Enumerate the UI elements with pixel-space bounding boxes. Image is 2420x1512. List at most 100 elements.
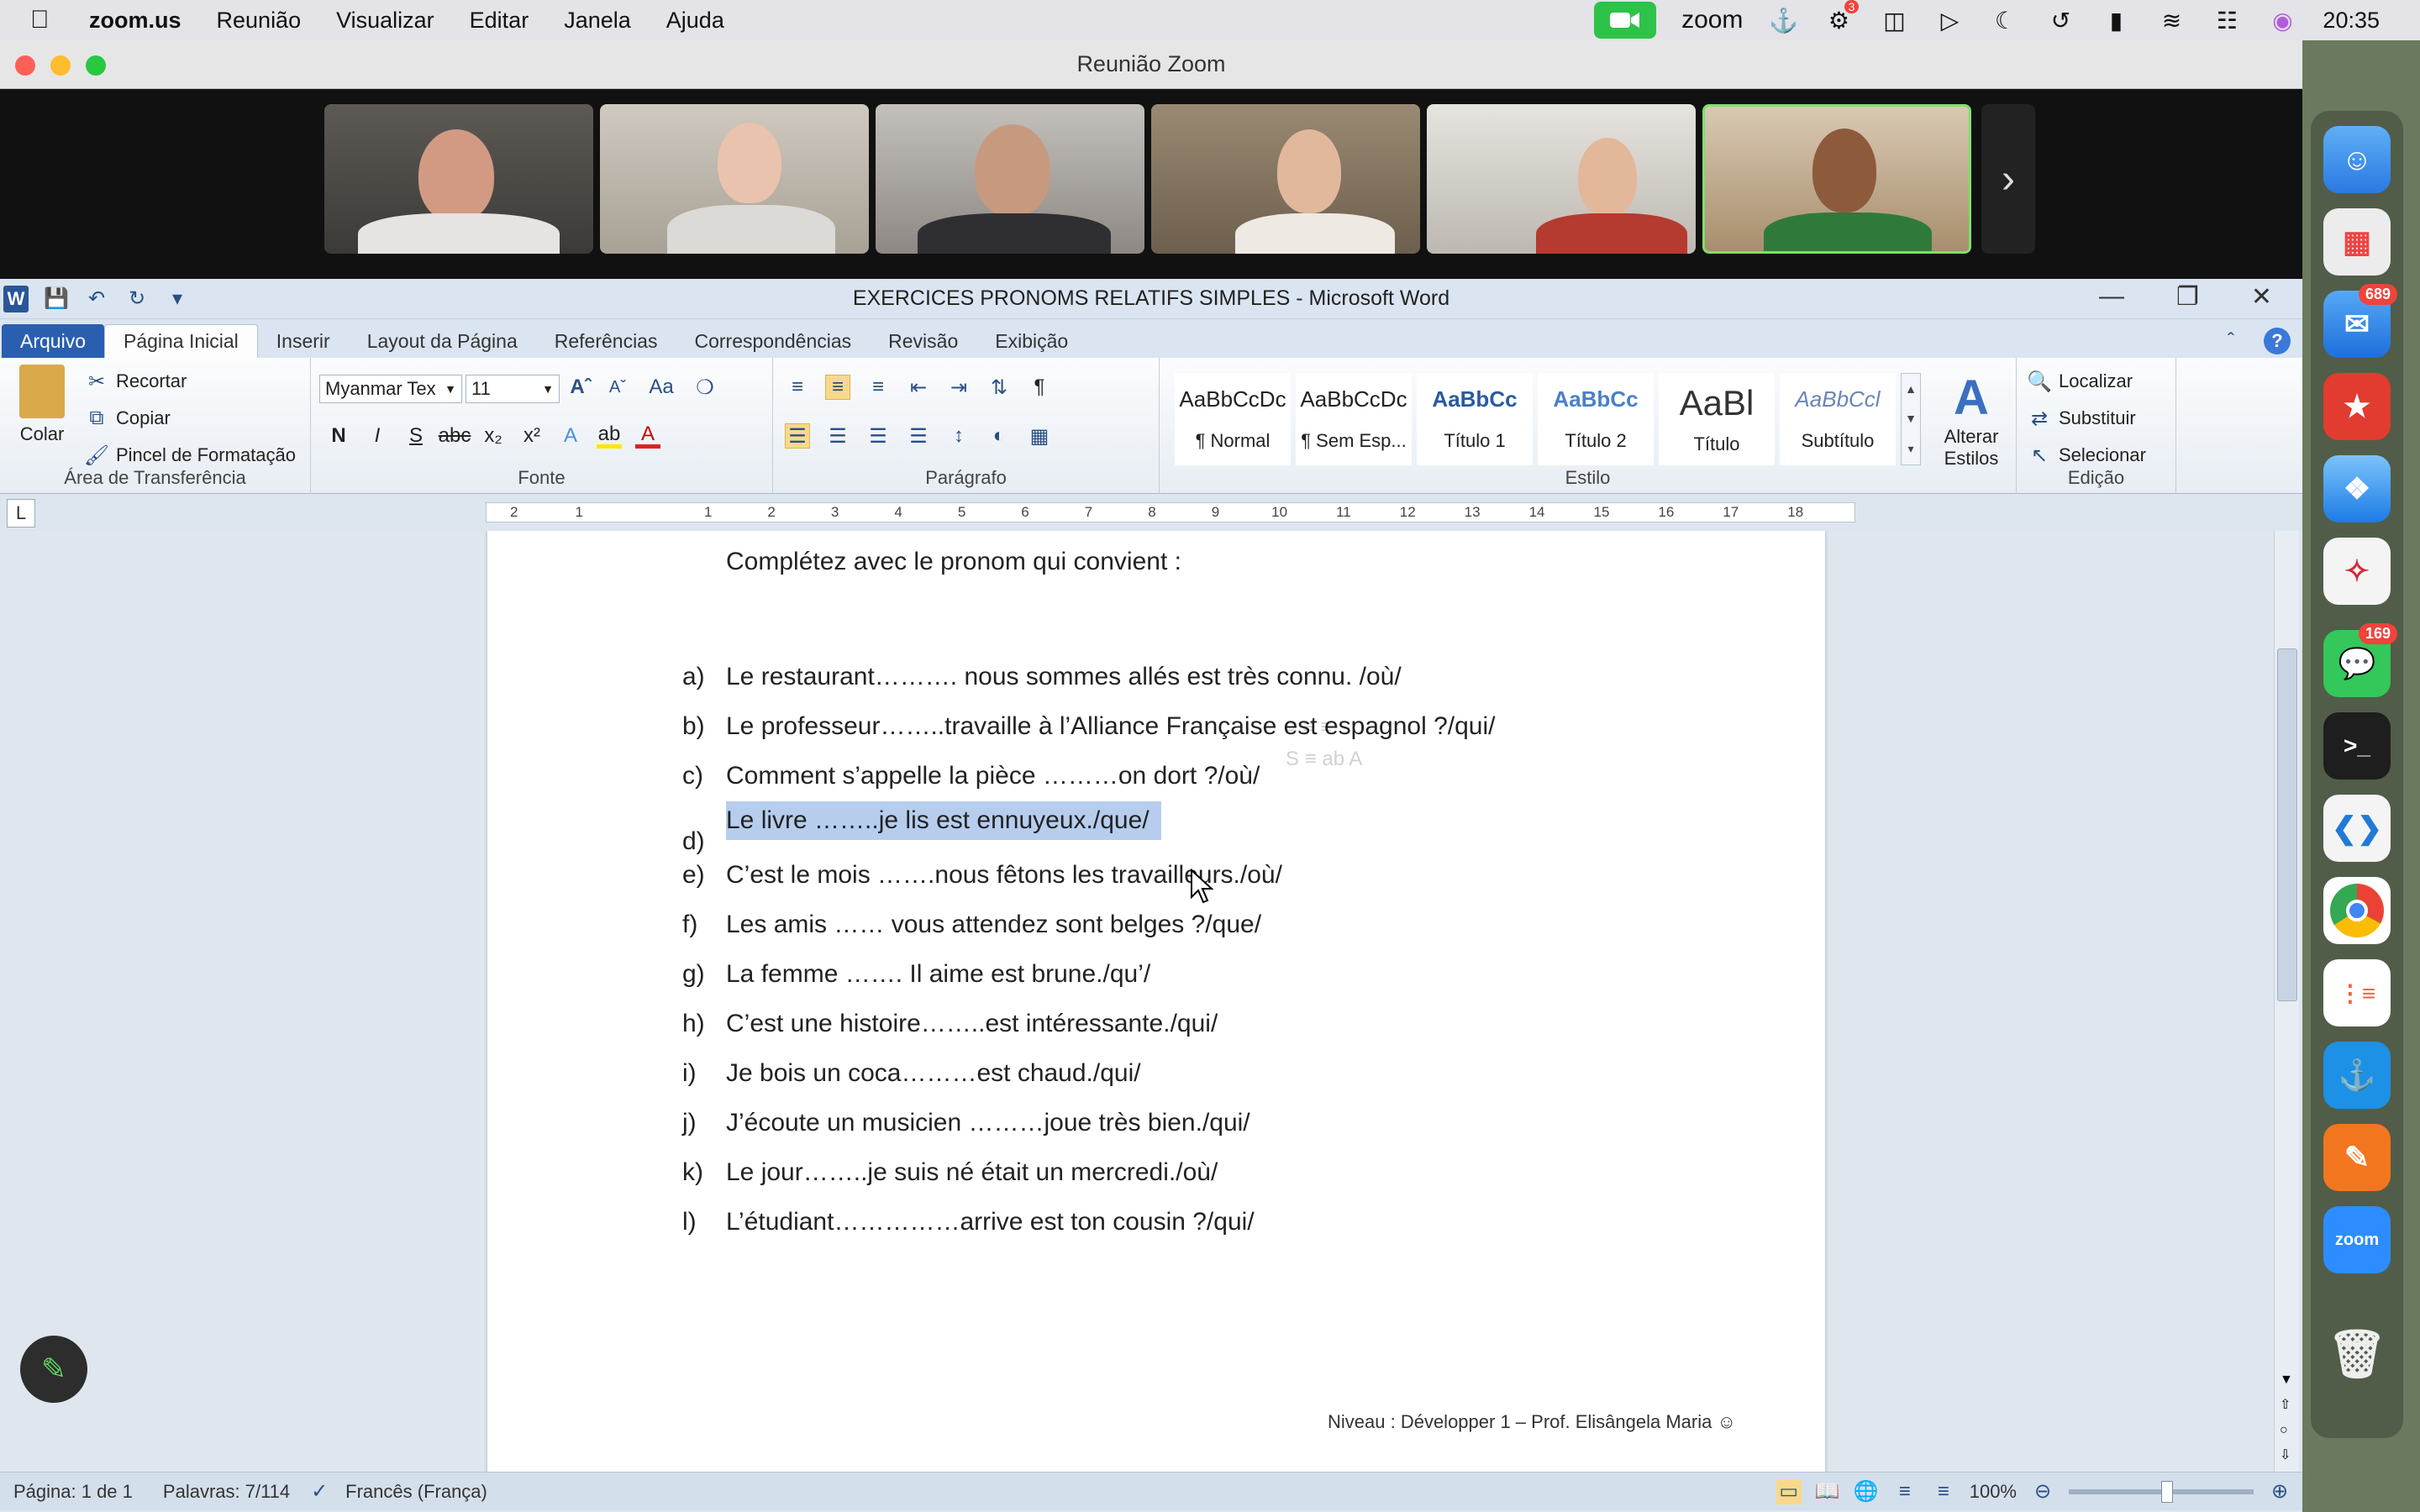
control-center-icon[interactable]: ☷ — [2212, 7, 2242, 34]
launchpad-icon[interactable]: ▦ — [2323, 208, 2391, 276]
paste-button[interactable]: Colar — [8, 365, 76, 457]
reminders-icon[interactable]: ⋮≡ — [2323, 959, 2391, 1026]
draft-icon[interactable]: ≡ — [1931, 1479, 1956, 1504]
mini-toolbar[interactable]: ≡ ≡ ≡ S ≡ ab A — [1277, 707, 1546, 791]
outline-icon[interactable]: ≡ — [1892, 1479, 1918, 1504]
strikethrough-icon[interactable]: abc — [439, 423, 471, 449]
word-logo-icon[interactable]: W — [3, 285, 29, 312]
grow-font-icon[interactable]: Aˆ — [568, 375, 593, 400]
tab-pagina-inicial[interactable]: Página Inicial — [103, 324, 258, 358]
participant-video-tile[interactable] — [600, 104, 869, 254]
tab-exibicao[interactable]: Exibição — [976, 324, 1086, 358]
highlight-icon[interactable]: ab — [597, 423, 622, 449]
tab-layout[interactable]: Layout da Página — [349, 324, 536, 358]
menu-editar[interactable]: Editar — [470, 8, 529, 34]
sort-icon[interactable]: ⇅ — [986, 375, 1012, 400]
style-normal[interactable]: AaBbCcDc ¶ Normal — [1175, 373, 1291, 465]
minimize-icon[interactable]: — — [2099, 282, 2124, 312]
battery-icon[interactable]: ▮ — [2101, 7, 2131, 34]
zoom-camera-status-icon[interactable] — [1594, 2, 1657, 39]
participant-video-tile[interactable] — [876, 104, 1144, 254]
undo-icon[interactable]: ↶ — [84, 286, 109, 312]
word-count[interactable]: Palavras: 7/114 — [163, 1481, 290, 1503]
close-window-button[interactable] — [15, 55, 35, 76]
justify-icon[interactable]: ☰ — [906, 423, 931, 449]
anki-icon[interactable]: ★ — [2323, 373, 2391, 440]
text-effects-icon[interactable]: A — [558, 423, 583, 449]
previous-page-icon[interactable]: ⇧ — [2280, 1396, 2291, 1413]
time-machine-icon[interactable]: ↺ — [2045, 7, 2075, 34]
find-button[interactable]: 🔍 Localizar — [2027, 366, 2133, 396]
style-heading-1[interactable]: AaBbCc Título 1 — [1417, 373, 1533, 465]
zoom-slider-knob[interactable] — [2161, 1480, 2173, 1503]
page-count[interactable]: Página: 1 de 1 — [13, 1481, 133, 1503]
menu-visualizar[interactable]: Visualizar — [336, 8, 434, 34]
ruler-scale[interactable]: 2 1 1 2 3 4 5 6 7 8 9 10 11 12 13 14 15 … — [486, 502, 1855, 522]
shading-icon[interactable]: ◐ — [986, 423, 1012, 449]
show-marks-icon[interactable]: ¶ — [1027, 375, 1052, 400]
annotate-pencil-icon[interactable]: ✎ — [20, 1336, 87, 1403]
browse-object-icon[interactable]: ○ — [2280, 1423, 2288, 1438]
save-icon[interactable]: 💾 — [44, 286, 69, 312]
align-left-icon[interactable]: ☰ — [785, 423, 810, 449]
numbering-icon[interactable]: ≡ — [825, 375, 850, 400]
tab-selector[interactable]: L — [7, 499, 35, 528]
minimize-ribbon-chevron-icon[interactable]: ˆ — [2218, 328, 2244, 354]
participant-video-tile[interactable] — [1151, 104, 1420, 254]
subscript-icon[interactable]: x₂ — [481, 423, 506, 449]
proofing-check-icon[interactable]: ✓ — [307, 1479, 332, 1504]
tab-inserir[interactable]: Inserir — [258, 324, 349, 358]
style-heading-2[interactable]: AaBbCc Título 2 — [1538, 373, 1654, 465]
document-page[interactable]: Complétez avec le pronom qui convient : … — [487, 531, 1825, 1472]
tab-revisao[interactable]: Revisão — [870, 324, 976, 358]
scroll-thumb[interactable] — [2277, 648, 2297, 1001]
trash-icon[interactable]: 🗑 — [2323, 1320, 2391, 1388]
increase-indent-icon[interactable]: ⇥ — [946, 375, 971, 400]
vscode-icon[interactable]: ❮❯ — [2323, 795, 2391, 862]
zoom-app-icon[interactable]: zoom — [2323, 1206, 2391, 1273]
customize-qat-icon[interactable]: ▾ — [165, 286, 190, 312]
scroll-down-arrow-icon[interactable]: ▼ — [2280, 1373, 2293, 1388]
selected-text[interactable]: Le livre ……..je lis est ennuyeux./que/ — [726, 801, 1161, 840]
participant-video-tile[interactable] — [324, 104, 593, 254]
wifi-icon[interactable]: ≋ — [2156, 7, 2186, 34]
chrome-icon[interactable] — [2323, 877, 2391, 944]
tab-referencias[interactable]: Referências — [536, 324, 676, 358]
styles-scroll[interactable]: ▲ ▼ ▾ — [1901, 373, 1921, 465]
finder-icon[interactable]: ☺ — [2323, 126, 2391, 193]
safari-icon[interactable]: ❖ — [2323, 455, 2391, 522]
copy-button[interactable]: ⧉ Copiar — [84, 403, 170, 433]
clear-format-icon[interactable]: ❍ — [692, 375, 718, 400]
decrease-indent-icon[interactable]: ⇤ — [906, 375, 931, 400]
active-speaker-video-tile[interactable] — [1702, 104, 1971, 254]
zoom-out-icon[interactable]: ⊖ — [2030, 1479, 2055, 1504]
help-icon[interactable]: ? — [2264, 328, 2291, 354]
font-size-select[interactable]: 11 ▼ — [466, 375, 560, 403]
tab-arquivo[interactable]: Arquivo — [2, 324, 104, 358]
exercise-instruction[interactable]: Complétez avec le pronom qui convient : — [726, 548, 1181, 576]
zoom-in-icon[interactable]: ⊕ — [2267, 1479, 2292, 1504]
screen-share-icon[interactable]: ◫ — [1879, 7, 1909, 34]
underline-icon[interactable]: S — [403, 423, 429, 449]
menu-bar-clock[interactable]: 20:35 — [2323, 8, 2380, 34]
borders-icon[interactable]: ▦ — [1027, 423, 1052, 449]
docker-status-icon[interactable]: ⚓ — [1768, 7, 1798, 34]
docker-icon[interactable]: ⚓ — [2323, 1042, 2391, 1109]
menu-janela[interactable]: Janela — [564, 8, 631, 34]
bold-icon[interactable]: N — [326, 423, 351, 449]
zoom-level[interactable]: 100% — [1970, 1481, 2017, 1503]
app-menu[interactable]: zoom.us — [89, 8, 182, 34]
font-name-select[interactable]: Myanmar Tex ▼ — [319, 375, 462, 403]
terminal-icon[interactable]: >_ — [2323, 712, 2391, 780]
tab-correspondencias[interactable]: Correspondências — [676, 324, 870, 358]
cut-button[interactable]: ✂ Recortar — [84, 366, 187, 396]
vertical-scrollbar[interactable]: ▼ ⇧ ○ ⇩ — [2274, 531, 2299, 1472]
zoom-status-label[interactable]: zoom — [1681, 6, 1743, 34]
align-right-icon[interactable]: ☰ — [865, 423, 891, 449]
zoom-slider[interactable] — [2069, 1480, 2254, 1503]
full-screen-reading-icon[interactable]: 📖 — [1815, 1479, 1840, 1504]
style-subtitle[interactable]: AaBbCcl Subtítulo — [1780, 373, 1896, 465]
multilevel-list-icon[interactable]: ≡ — [865, 375, 891, 400]
siri-icon[interactable]: ◉ — [2267, 7, 2297, 34]
select-button[interactable]: ↖ Selecionar — [2027, 440, 2146, 470]
